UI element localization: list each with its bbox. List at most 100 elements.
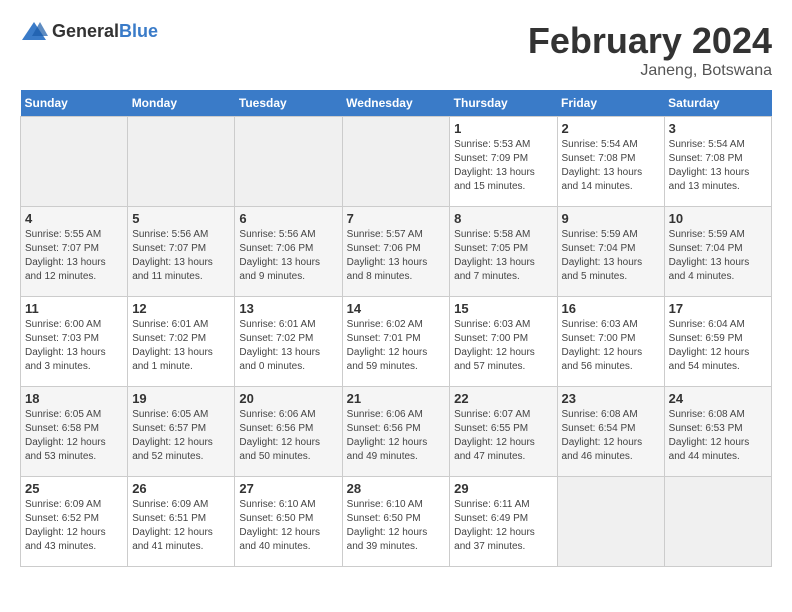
calendar-week-row: 18 Sunrise: 6:05 AM Sunset: 6:58 PM Dayli…	[21, 387, 772, 477]
calendar-cell: 24 Sunrise: 6:08 AM Sunset: 6:53 PM Dayli…	[664, 387, 771, 477]
calendar-cell	[664, 477, 771, 567]
calendar-cell: 16 Sunrise: 6:03 AM Sunset: 7:00 PM Dayli…	[557, 297, 664, 387]
day-info: Sunrise: 6:03 AM Sunset: 7:00 PM Dayligh…	[562, 318, 660, 374]
calendar-cell: 3 Sunrise: 5:54 AM Sunset: 7:08 PM Daylig…	[664, 117, 771, 207]
calendar-cell: 13Sunrise: 6:01 AM Sunset: 7:02 PM Dayli…	[235, 297, 342, 387]
calendar-cell: 25Sunrise: 6:09 AM Sunset: 6:52 PM Dayli…	[21, 477, 128, 567]
weekday-header-friday: Friday	[557, 90, 664, 117]
day-info: Sunrise: 6:09 AM Sunset: 6:51 PM Dayligh…	[132, 498, 230, 554]
calendar-subtitle: Janeng, Botswana	[528, 62, 772, 80]
day-number: 29	[454, 481, 552, 496]
day-number: 20	[239, 391, 337, 406]
calendar-cell: 9 Sunrise: 5:59 AM Sunset: 7:04 PM Daylig…	[557, 207, 664, 297]
day-info: Sunrise: 6:04 AM Sunset: 6:59 PM Dayligh…	[669, 318, 767, 374]
calendar-week-row: 11Sunrise: 6:00 AM Sunset: 7:03 PM Dayli…	[21, 297, 772, 387]
calendar-cell: 2 Sunrise: 5:54 AM Sunset: 7:08 PM Daylig…	[557, 117, 664, 207]
day-number: 26	[132, 481, 230, 496]
calendar-cell: 22 Sunrise: 6:07 AM Sunset: 6:55 PM Dayli…	[450, 387, 557, 477]
day-info: Sunrise: 6:11 AM Sunset: 6:49 PM Dayligh…	[454, 498, 552, 554]
day-info: Sunrise: 6:00 AM Sunset: 7:03 PM Dayligh…	[25, 318, 123, 374]
day-info: Sunrise: 6:06 AM Sunset: 6:56 PM Dayligh…	[347, 408, 446, 464]
day-number: 28	[347, 481, 446, 496]
calendar-cell: 28 Sunrise: 6:10 AM Sunset: 6:50 PM Dayli…	[342, 477, 450, 567]
day-info: Sunrise: 6:08 AM Sunset: 6:53 PM Dayligh…	[669, 408, 767, 464]
day-number: 5	[132, 211, 230, 226]
calendar-cell: 8 Sunrise: 5:58 AM Sunset: 7:05 PM Daylig…	[450, 207, 557, 297]
day-number: 23	[562, 391, 660, 406]
day-info: Sunrise: 6:05 AM Sunset: 6:57 PM Dayligh…	[132, 408, 230, 464]
day-number: 2	[562, 121, 660, 136]
day-number: 12	[132, 301, 230, 316]
day-info: Sunrise: 6:07 AM Sunset: 6:55 PM Dayligh…	[454, 408, 552, 464]
day-info: Sunrise: 5:59 AM Sunset: 7:04 PM Dayligh…	[562, 228, 660, 284]
calendar-cell: 17 Sunrise: 6:04 AM Sunset: 6:59 PM Dayli…	[664, 297, 771, 387]
calendar-table: SundayMondayTuesdayWednesdayThursdayFrid…	[20, 90, 772, 567]
calendar-cell: 27 Sunrise: 6:10 AM Sunset: 6:50 PM Dayli…	[235, 477, 342, 567]
day-number: 18	[25, 391, 123, 406]
day-info: Sunrise: 6:10 AM Sunset: 6:50 PM Dayligh…	[239, 498, 337, 554]
calendar-cell: 19 Sunrise: 6:05 AM Sunset: 6:57 PM Dayli…	[128, 387, 235, 477]
logo-general: General	[52, 21, 119, 41]
day-number: 21	[347, 391, 446, 406]
day-info: Sunrise: 5:56 AM Sunset: 7:07 PM Dayligh…	[132, 228, 230, 284]
day-info: Sunrise: 5:53 AM Sunset: 7:09 PM Dayligh…	[454, 138, 552, 194]
day-number: 16	[562, 301, 660, 316]
calendar-week-row: 4 Sunrise: 5:55 AM Sunset: 7:07 PM Daylig…	[21, 207, 772, 297]
weekday-header-monday: Monday	[128, 90, 235, 117]
day-number: 13	[239, 301, 337, 316]
day-info: Sunrise: 5:58 AM Sunset: 7:05 PM Dayligh…	[454, 228, 552, 284]
day-info: Sunrise: 5:57 AM Sunset: 7:06 PM Dayligh…	[347, 228, 446, 284]
day-info: Sunrise: 6:03 AM Sunset: 7:00 PM Dayligh…	[454, 318, 552, 374]
day-number: 15	[454, 301, 552, 316]
day-number: 9	[562, 211, 660, 226]
calendar-cell: 20 Sunrise: 6:06 AM Sunset: 6:56 PM Dayli…	[235, 387, 342, 477]
day-info: Sunrise: 6:09 AM Sunset: 6:52 PM Dayligh…	[25, 498, 123, 554]
calendar-cell	[235, 117, 342, 207]
day-info: Sunrise: 5:56 AM Sunset: 7:06 PM Dayligh…	[239, 228, 337, 284]
day-number: 3	[669, 121, 767, 136]
day-number: 22	[454, 391, 552, 406]
day-number: 24	[669, 391, 767, 406]
day-info: Sunrise: 6:05 AM Sunset: 6:58 PM Dayligh…	[25, 408, 123, 464]
calendar-cell: 1Sunrise: 5:53 AM Sunset: 7:09 PM Daylig…	[450, 117, 557, 207]
weekday-header-tuesday: Tuesday	[235, 90, 342, 117]
day-number: 8	[454, 211, 552, 226]
calendar-cell: 21 Sunrise: 6:06 AM Sunset: 6:56 PM Dayli…	[342, 387, 450, 477]
calendar-cell: 10 Sunrise: 5:59 AM Sunset: 7:04 PM Dayli…	[664, 207, 771, 297]
calendar-cell: 23 Sunrise: 6:08 AM Sunset: 6:54 PM Dayli…	[557, 387, 664, 477]
day-info: Sunrise: 5:54 AM Sunset: 7:08 PM Dayligh…	[669, 138, 767, 194]
calendar-cell: 26 Sunrise: 6:09 AM Sunset: 6:51 PM Dayli…	[128, 477, 235, 567]
calendar-cell: 14Sunrise: 6:02 AM Sunset: 7:01 PM Dayli…	[342, 297, 450, 387]
day-number: 17	[669, 301, 767, 316]
day-number: 6	[239, 211, 337, 226]
day-number: 4	[25, 211, 123, 226]
logo-icon	[20, 20, 48, 42]
day-info: Sunrise: 6:06 AM Sunset: 6:56 PM Dayligh…	[239, 408, 337, 464]
weekday-header-thursday: Thursday	[450, 90, 557, 117]
calendar-cell: 7 Sunrise: 5:57 AM Sunset: 7:06 PM Daylig…	[342, 207, 450, 297]
day-info: Sunrise: 6:01 AM Sunset: 7:02 PM Dayligh…	[132, 318, 230, 374]
calendar-cell: 29 Sunrise: 6:11 AM Sunset: 6:49 PM Dayli…	[450, 477, 557, 567]
day-number: 10	[669, 211, 767, 226]
calendar-week-row: 25Sunrise: 6:09 AM Sunset: 6:52 PM Dayli…	[21, 477, 772, 567]
day-info: Sunrise: 6:08 AM Sunset: 6:54 PM Dayligh…	[562, 408, 660, 464]
day-number: 14	[347, 301, 446, 316]
calendar-cell	[557, 477, 664, 567]
calendar-cell: 15 Sunrise: 6:03 AM Sunset: 7:00 PM Dayli…	[450, 297, 557, 387]
day-number: 27	[239, 481, 337, 496]
day-info: Sunrise: 5:54 AM Sunset: 7:08 PM Dayligh…	[562, 138, 660, 194]
calendar-cell: 4 Sunrise: 5:55 AM Sunset: 7:07 PM Daylig…	[21, 207, 128, 297]
calendar-cell	[342, 117, 450, 207]
weekday-header-saturday: Saturday	[664, 90, 771, 117]
day-info: Sunrise: 6:10 AM Sunset: 6:50 PM Dayligh…	[347, 498, 446, 554]
calendar-cell: 5 Sunrise: 5:56 AM Sunset: 7:07 PM Daylig…	[128, 207, 235, 297]
day-info: Sunrise: 5:59 AM Sunset: 7:04 PM Dayligh…	[669, 228, 767, 284]
calendar-week-row: 1Sunrise: 5:53 AM Sunset: 7:09 PM Daylig…	[21, 117, 772, 207]
logo: GeneralBlue	[20, 20, 158, 42]
day-number: 7	[347, 211, 446, 226]
day-number: 19	[132, 391, 230, 406]
calendar-cell: 11Sunrise: 6:00 AM Sunset: 7:03 PM Dayli…	[21, 297, 128, 387]
day-info: Sunrise: 5:55 AM Sunset: 7:07 PM Dayligh…	[25, 228, 123, 284]
weekday-header-row: SundayMondayTuesdayWednesdayThursdayFrid…	[21, 90, 772, 117]
calendar-cell: 18 Sunrise: 6:05 AM Sunset: 6:58 PM Dayli…	[21, 387, 128, 477]
